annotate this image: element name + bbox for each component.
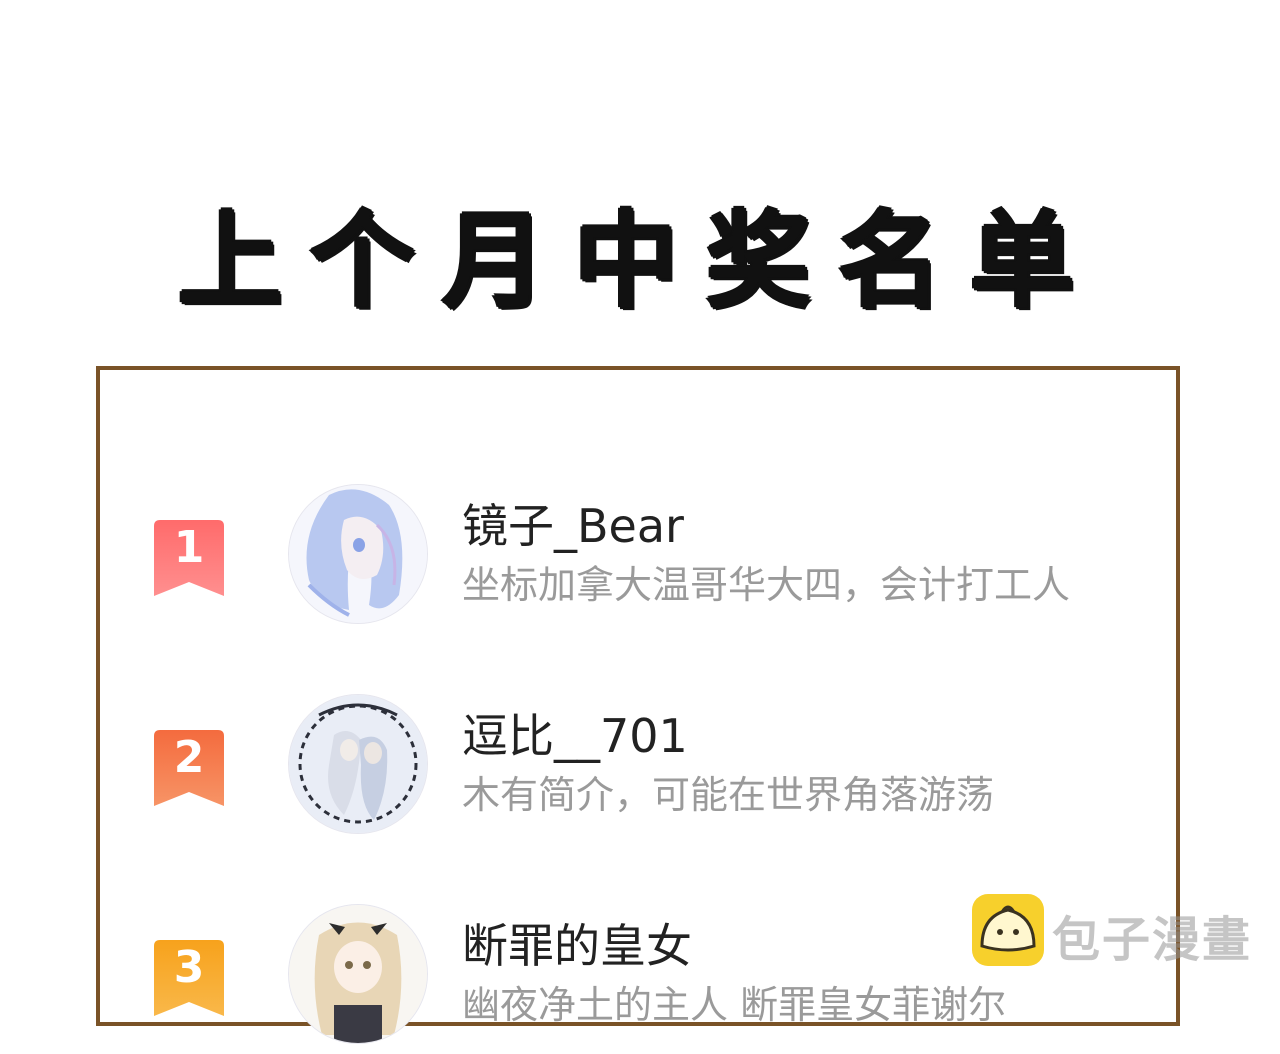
winner-bio: 坐标加拿大温哥华大四，会计打工人	[462, 563, 1071, 607]
watermark: 包子漫畫	[972, 894, 1262, 968]
rank-number: 1	[173, 522, 205, 573]
rank-badge-1: 1	[154, 520, 224, 596]
rank-number: 3	[173, 942, 205, 993]
avatar-1[interactable]	[288, 484, 428, 624]
winner-bio: 木有简介，可能在世界角落游荡	[462, 773, 995, 817]
page-title: 上个月中奖名单	[177, 199, 1102, 322]
winner-row-1: 1 镜子_Bear 坐标加拿大温哥华大四，会计打工人	[100, 484, 1180, 634]
winner-name: 镜子_Bear	[462, 499, 684, 553]
anime-avatar-icon	[289, 695, 427, 833]
anime-avatar-icon	[289, 905, 427, 1043]
rank-badge-2: 2	[154, 730, 224, 806]
rank-badge-3: 3	[154, 940, 224, 1016]
winner-bio: 幽夜净土的主人 断罪皇女菲谢尔	[462, 983, 1007, 1027]
rank-number: 2	[173, 732, 205, 783]
winner-row-2: 2 逗比__701 木有简介，可能在世界角落游荡	[100, 694, 1180, 844]
bun-logo-icon	[972, 894, 1044, 966]
winner-name: 断罪的皇女	[462, 919, 692, 973]
winner-name: 逗比__701	[462, 709, 688, 763]
avatar-2[interactable]	[288, 694, 428, 834]
anime-avatar-icon	[289, 485, 427, 623]
avatar-3[interactable]	[288, 904, 428, 1044]
watermark-text: 包子漫畫	[1052, 912, 1253, 968]
